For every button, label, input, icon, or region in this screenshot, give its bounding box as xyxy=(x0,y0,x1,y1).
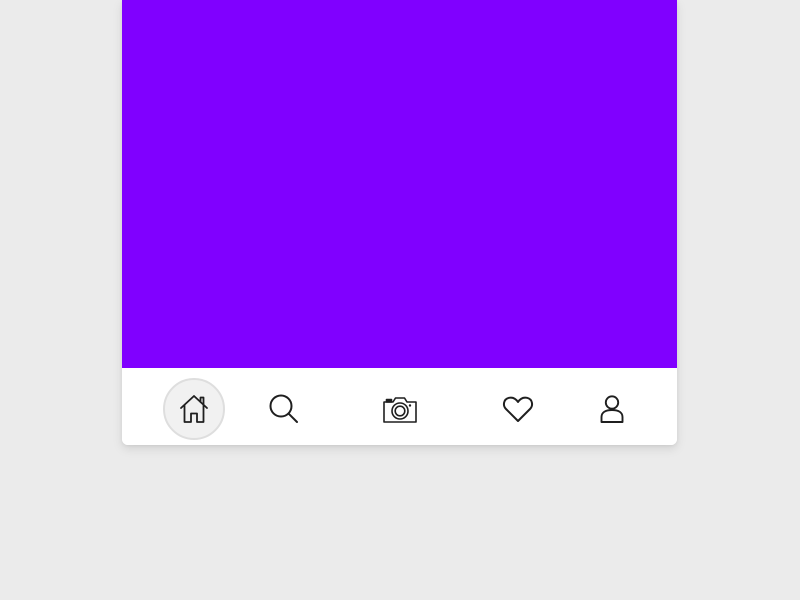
content-area xyxy=(122,0,677,368)
nav-item-home[interactable] xyxy=(163,378,225,440)
nav-item-profile[interactable] xyxy=(581,378,643,440)
nav-item-activity[interactable] xyxy=(487,378,549,440)
user-icon xyxy=(600,395,624,423)
camera-icon xyxy=(383,397,417,423)
heart-icon xyxy=(502,396,534,422)
search-icon xyxy=(269,394,298,423)
app-screen xyxy=(122,0,677,445)
bottom-navigation-bar xyxy=(122,368,677,445)
nav-item-camera[interactable] xyxy=(369,378,431,440)
home-icon xyxy=(180,395,208,423)
nav-item-search[interactable] xyxy=(253,378,315,440)
